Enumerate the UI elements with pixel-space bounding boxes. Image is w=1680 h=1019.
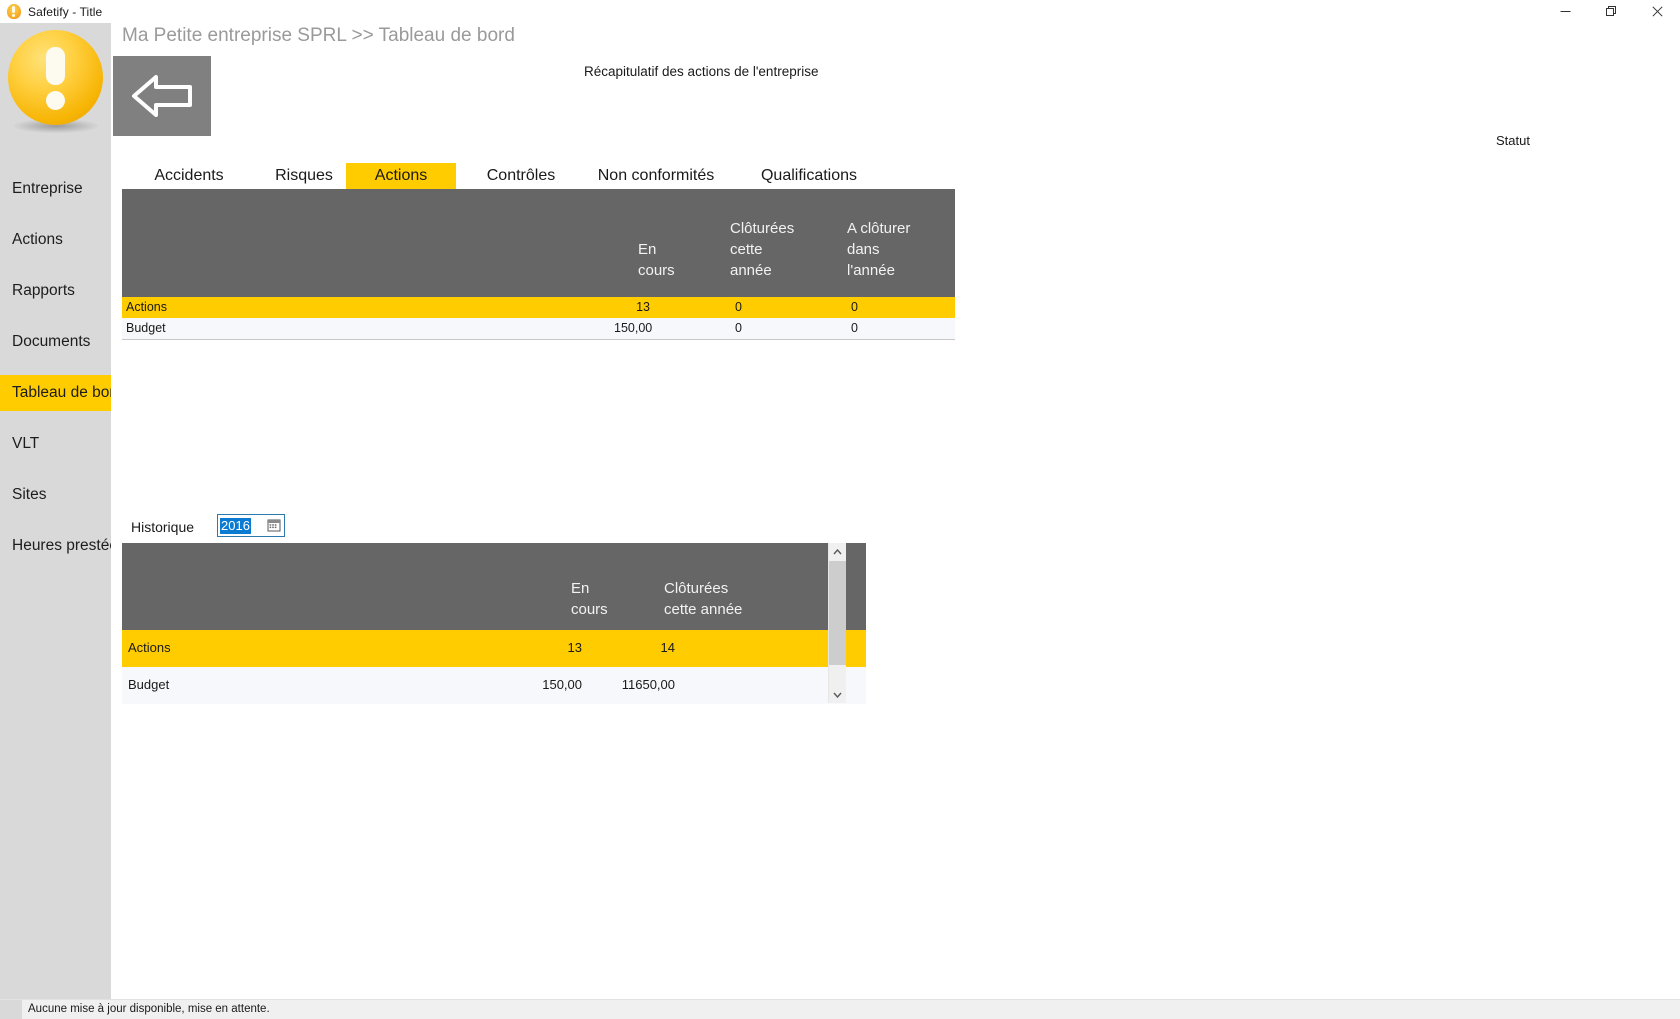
calendar-icon[interactable]	[267, 518, 281, 532]
row-value-en-cours: 150,00	[542, 677, 582, 692]
title-bar: Safetify - Title	[0, 0, 1680, 23]
row-value-en-cours: 150,00	[614, 321, 653, 335]
tab-controles[interactable]: Contrôles	[466, 163, 576, 189]
sidebar-item-actions[interactable]: Actions	[0, 222, 111, 258]
sidebar-nav: Entreprise Actions Rapports Documents Ta…	[0, 171, 111, 564]
tab-label: Actions	[374, 167, 428, 184]
sidebar-item-label: Entreprise	[12, 180, 83, 197]
row-label: Actions	[128, 640, 171, 655]
row-label: Budget	[126, 321, 166, 335]
sidebar-item-documents[interactable]: Documents	[0, 324, 111, 360]
window-controls	[1542, 0, 1680, 23]
summary-col-cloturees-cette-annee: Clôturées cette année	[730, 218, 804, 281]
breadcrumb: Ma Petite entreprise SPRL >> Tableau de …	[122, 25, 515, 46]
row-label: Actions	[126, 300, 167, 314]
tab-qualifications[interactable]: Qualifications	[734, 163, 884, 189]
maximize-restore-button[interactable]	[1588, 0, 1634, 23]
tab-label: Accidents	[154, 167, 224, 184]
tab-risques[interactable]: Risques	[254, 163, 354, 189]
tab-non-conformites[interactable]: Non conformités	[576, 163, 736, 189]
table-bottom-border	[122, 339, 955, 340]
back-arrow-icon	[132, 75, 192, 117]
scrollbar-thumb[interactable]	[829, 561, 846, 665]
sidebar-item-vlt[interactable]: VLT	[0, 426, 111, 462]
sidebar-item-rapports[interactable]: Rapports	[0, 273, 111, 309]
sidebar-item-label: Heures prestées	[12, 537, 111, 554]
historique-table-header: En cours Clôturées cette année	[122, 543, 866, 630]
summary-col-a-cloturer-dans-l-annee: A clôturer dans l'année	[847, 218, 919, 281]
row-value-en-cours: 13	[636, 300, 650, 314]
summary-col-label: Clôturées cette année	[730, 220, 795, 279]
row-value-cloturees: 0	[735, 300, 742, 314]
sidebar-item-label: Actions	[12, 231, 63, 248]
back-button[interactable]	[113, 56, 211, 136]
statut-label: Statut	[1496, 133, 1530, 148]
row-value-a-cloturer: 0	[851, 321, 858, 335]
sidebar-item-label: Tableau de bord	[12, 384, 111, 401]
sidebar-item-tableau-de-bord[interactable]: Tableau de bord	[0, 375, 111, 411]
page-subtitle: Récapitulatif des actions de l'entrepris…	[584, 64, 819, 79]
summary-col-label: A clôturer dans l'année	[847, 220, 911, 279]
application-window: Safetify - Title Entreprise Actions Rapp…	[0, 0, 1680, 1019]
row-label: Budget	[128, 677, 170, 692]
summary-col-label: En cours	[638, 241, 675, 279]
historique-table-scrollbar[interactable]	[828, 543, 846, 703]
historique-col-en-cours: En cours	[571, 578, 629, 620]
status-bar-message: Aucune mise à jour disponible, mise en a…	[28, 1003, 270, 1015]
summary-table-header: En cours Clôturées cette année A clôture…	[122, 189, 955, 297]
sidebar-item-entreprise[interactable]: Entreprise	[0, 171, 111, 207]
window-title: Safetify - Title	[28, 4, 103, 19]
summary-col-en-cours: En cours	[638, 239, 696, 281]
row-value-cloturees: 0	[735, 321, 742, 335]
historique-year-picker[interactable]: 2016	[217, 514, 285, 537]
sidebar-item-label: Sites	[12, 486, 47, 503]
tab-label: Qualifications	[760, 167, 858, 184]
main-content: Ma Petite entreprise SPRL >> Tableau de …	[111, 23, 1680, 1019]
row-value-a-cloturer: 0	[851, 300, 858, 314]
tab-accidents[interactable]: Accidents	[134, 163, 244, 189]
table-row[interactable]: Actions 13 0 0	[122, 297, 955, 318]
chevron-up-icon[interactable]	[829, 543, 846, 560]
sidebar-item-sites[interactable]: Sites	[0, 477, 111, 513]
lightbulb-icon	[6, 3, 22, 20]
historique-col-label: En cours	[571, 580, 608, 618]
historique-table: En cours Clôturées cette année Actions 1…	[122, 543, 866, 704]
sidebar-item-label: Rapports	[12, 282, 75, 299]
table-row[interactable]: Actions 13 14	[122, 630, 866, 667]
status-bar: Aucune mise à jour disponible, mise en a…	[0, 999, 1680, 1019]
sidebar: Entreprise Actions Rapports Documents Ta…	[0, 23, 111, 1019]
sidebar-item-label: VLT	[12, 435, 40, 452]
row-value-cloturees: 11650,00	[621, 677, 675, 692]
row-value-cloturees: 14	[660, 640, 675, 655]
close-button[interactable]	[1634, 0, 1680, 23]
row-value-en-cours: 13	[567, 640, 582, 655]
historique-label: Historique	[131, 519, 195, 535]
tab-label: Risques	[275, 167, 333, 184]
table-row[interactable]: Budget 150,00 11650,00	[122, 667, 866, 704]
tab-actions[interactable]: Actions	[346, 163, 456, 189]
chevron-down-icon[interactable]	[829, 686, 846, 703]
tab-label: Non conformités	[597, 167, 715, 184]
sidebar-item-heures-prestees[interactable]: Heures prestées	[0, 528, 111, 564]
status-bar-grip	[0, 1000, 22, 1019]
historique-col-label: Clôturées cette année	[664, 580, 743, 618]
table-row[interactable]: Budget 150,00 0 0	[122, 318, 955, 339]
minimize-button[interactable]	[1542, 0, 1588, 23]
summary-table: En cours Clôturées cette année A clôture…	[122, 189, 955, 340]
historique-year-value[interactable]: 2016	[220, 517, 251, 534]
safetify-logo	[0, 23, 111, 147]
historique-col-cloturees-cette-annee: Clôturées cette année	[664, 578, 746, 620]
tab-label: Contrôles	[486, 167, 556, 184]
sidebar-item-label: Documents	[12, 333, 91, 350]
